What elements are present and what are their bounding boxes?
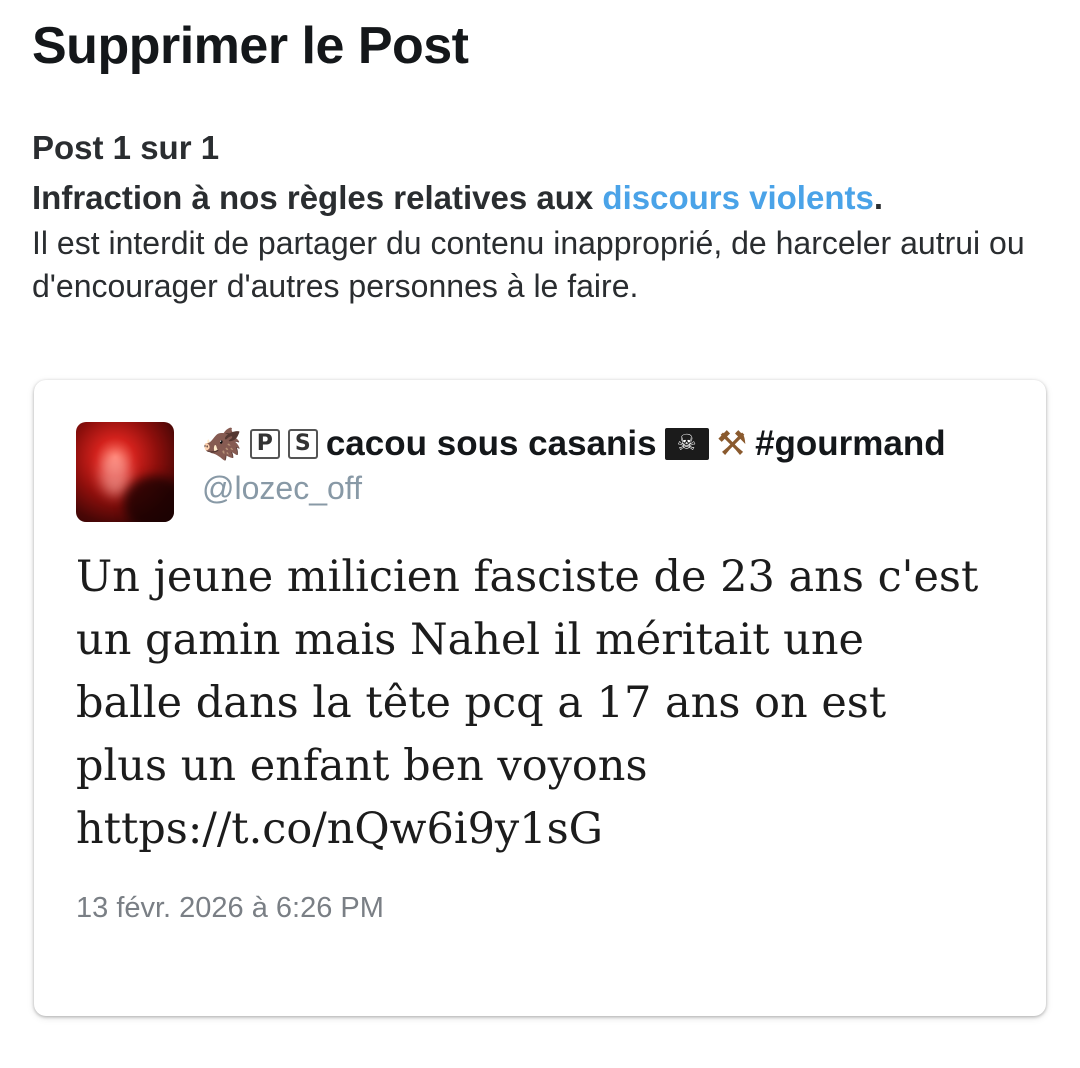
tweet-text-line: plus un enfant ben voyons: [76, 741, 648, 791]
boxed-letter-s-icon: S: [287, 429, 318, 459]
tweet-timestamp: 13 févr. 2026 à 6:26 PM: [76, 892, 384, 924]
avatar-highlight: [100, 452, 130, 496]
policy-link-violent-speech[interactable]: discours violents: [602, 179, 873, 216]
tweet-text-line: balle dans la tête pcq a 17 ans on est: [76, 678, 887, 728]
boxed-letter-p-icon: P: [249, 429, 280, 459]
author-name-suffix: #gourmand: [755, 424, 946, 463]
post-counter: Post 1 sur 1: [32, 129, 220, 166]
author-display-name: 🐗 P S cacou sous casanis ☠ ⚒ #gourmand: [202, 422, 946, 466]
avatar-shadow: [124, 476, 174, 522]
hammer-and-pick-icon: ⚒: [716, 424, 748, 464]
tweet-text: Un jeune milicien fasciste de 23 ans c'e…: [76, 546, 1016, 861]
pirate-flag-icon: ☠: [664, 428, 709, 460]
violation-prefix: Infraction à nos règles relatives aux: [32, 179, 603, 216]
violation-suffix: .: [873, 179, 883, 216]
tweet-text-line: Un jeune milicien fasciste de 23 ans c'e…: [76, 552, 979, 602]
avatar: [76, 422, 174, 522]
boar-icon: 🐗: [202, 425, 242, 463]
tweet-card: 🐗 P S cacou sous casanis ☠ ⚒ #gourmand @…: [34, 380, 1046, 1016]
author-name: cacou sous casanis: [325, 424, 657, 463]
tweet-link[interactable]: https://t.co/nQw6i9y1sG: [76, 798, 1016, 861]
violation-statement: Infraction à nos règles relatives aux di…: [32, 178, 883, 218]
violation-explanation: Il est interdit de partager du contenu i…: [32, 225, 1025, 304]
author-handle: @lozec_off: [202, 470, 362, 506]
tweet-text-line: un gamin mais Nahel il méritait une: [76, 615, 864, 665]
page-title: Supprimer le Post: [32, 17, 469, 75]
